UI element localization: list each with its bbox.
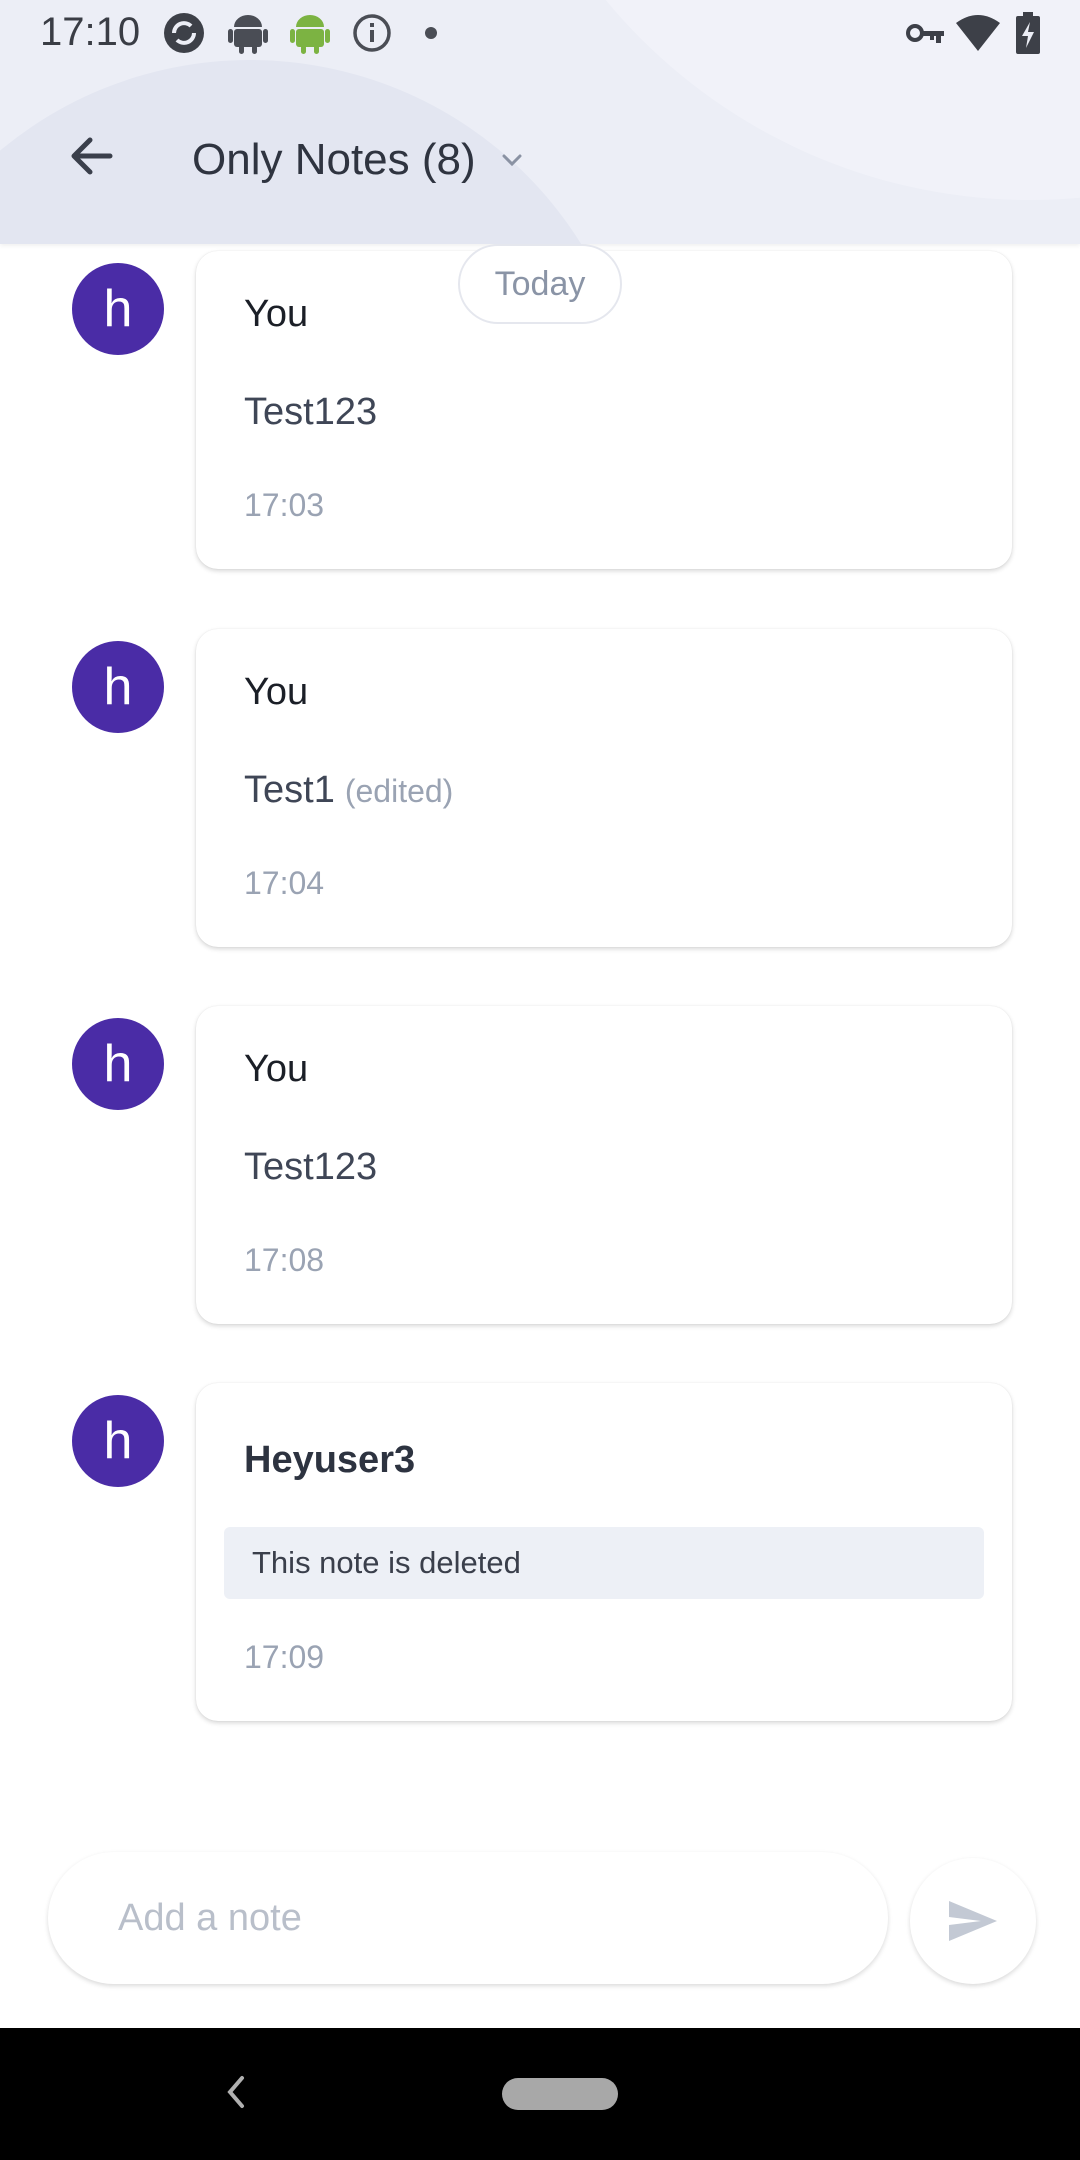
note-text: Test123 — [244, 1146, 378, 1188]
dot-icon — [424, 12, 438, 54]
note-text: Test123 — [244, 391, 378, 433]
send-button[interactable] — [910, 1858, 1036, 1984]
app-header: 17:10 Only Notes (8) — [0, 0, 1080, 244]
avatar[interactable]: h — [72, 263, 164, 355]
vpn-key-icon — [906, 12, 944, 54]
note-author: You — [244, 671, 309, 713]
edited-label: (edited) — [344, 773, 454, 809]
note-author: You — [244, 293, 309, 335]
sync-icon — [162, 12, 206, 54]
date-separator: Today — [458, 244, 622, 324]
note-time: 17:04 — [244, 865, 325, 901]
note-filter-dropdown[interactable]: Only Notes (8) — [192, 130, 526, 190]
add-note-input[interactable] — [118, 1882, 838, 1954]
system-nav-bar — [0, 2028, 1080, 2160]
note-author: Heyuser3 — [244, 1439, 416, 1481]
status-bar: 17:10 — [0, 0, 1080, 66]
note-composer — [48, 1852, 888, 1984]
send-icon — [949, 1901, 997, 1941]
avatar[interactable]: h — [72, 1018, 164, 1110]
nav-back-icon[interactable] — [220, 2072, 252, 2112]
note-card[interactable]: Heyuser3 This note is deleted 17:09 — [196, 1383, 1012, 1721]
note-author: You — [244, 1048, 309, 1090]
note-time: 17:09 — [244, 1639, 325, 1675]
note-text-content: Test1 — [244, 769, 335, 811]
status-time: 17:10 — [40, 10, 141, 54]
note-card[interactable]: You Test123 17:08 — [196, 1006, 1012, 1324]
battery-charging-icon — [1016, 12, 1040, 54]
android-green-icon — [290, 12, 330, 54]
arrow-left-icon — [71, 137, 113, 175]
android-icon — [228, 12, 268, 54]
page-title: Only Notes (8) — [192, 135, 476, 184]
note-card[interactable]: You Test1 (edited) 17:04 — [196, 629, 1012, 947]
app-bar: Only Notes (8) — [0, 100, 1080, 210]
avatar[interactable]: h — [72, 641, 164, 733]
note-time: 17:03 — [244, 487, 325, 523]
note-text: Test1 (edited) — [244, 769, 453, 812]
chevron-down-icon — [502, 154, 522, 167]
note-time: 17:08 — [244, 1242, 325, 1278]
deleted-note-banner: This note is deleted — [224, 1527, 984, 1599]
wifi-icon — [956, 12, 1000, 54]
nav-home-pill[interactable] — [502, 2078, 618, 2110]
back-button[interactable] — [60, 124, 124, 188]
avatar[interactable]: h — [72, 1395, 164, 1487]
info-icon — [352, 12, 392, 54]
